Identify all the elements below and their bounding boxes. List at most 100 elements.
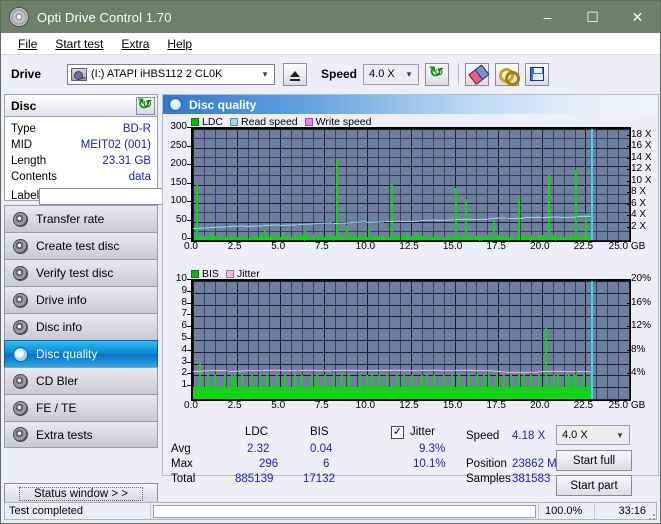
y-tick-label: 200 [163, 158, 187, 169]
data-bar-noise [270, 238, 271, 240]
y-tick-label: 1 [163, 379, 187, 390]
drive-label: Drive [11, 67, 65, 81]
content-title: Disc quality [189, 98, 256, 112]
data-bar-noise [498, 239, 499, 240]
data-bar [204, 387, 206, 399]
series-line-read-speed [559, 216, 576, 217]
data-bar-noise [368, 239, 369, 240]
data-bar-noise [278, 238, 279, 240]
sidebar-label-drive-info: Drive info [36, 293, 87, 307]
stats-col-jitter: Jitter [410, 426, 435, 438]
legend-entry-read-speed: Read speed [230, 116, 298, 128]
legend-entry-jitter: Jitter [226, 268, 260, 280]
series-line-read-speed [437, 219, 454, 221]
data-bar-noise [542, 235, 543, 240]
sidebar-label-verify-test-disc: Verify test disc [36, 266, 113, 280]
y2-tick-label: 16% [631, 297, 651, 308]
sidebar-item-drive-info[interactable]: Drive info [4, 286, 158, 313]
app-disc-icon [9, 7, 29, 27]
gridline-horizontal [193, 222, 629, 223]
maximize-button[interactable]: ☐ [570, 2, 615, 33]
y2-tick-mark [627, 135, 631, 136]
data-bar-noise [201, 236, 202, 240]
speed-select-toolbar[interactable]: 4.0 X ▾ [363, 64, 419, 85]
sidebar-item-disc-info[interactable]: Disc info [4, 313, 158, 340]
menu-label-file: File [18, 37, 37, 51]
sidebar-item-transfer-rate[interactable]: Transfer rate [4, 205, 158, 232]
data-bar-noise [326, 236, 327, 240]
data-bar-noise [441, 237, 442, 240]
disc-panel-header: Disc [4, 94, 158, 116]
disc-refresh-button[interactable] [136, 97, 155, 115]
start-full-button[interactable]: Start full [556, 450, 632, 471]
x-tick-label: 10.0 [341, 241, 389, 252]
y-tick-mark [187, 146, 191, 147]
save-button[interactable] [525, 63, 549, 86]
data-bar-noise [434, 236, 435, 240]
data-bar-noise [557, 238, 558, 240]
data-bar-noise [518, 235, 519, 240]
sidebar-item-create-test-disc[interactable]: Create test disc [4, 232, 158, 259]
start-part-button[interactable]: Start part [556, 475, 632, 496]
data-bar-noise [432, 238, 433, 240]
data-bar-noise [354, 235, 355, 240]
data-bar [535, 387, 537, 399]
data-bar-noise [419, 235, 420, 240]
data-bar-noise [583, 237, 584, 240]
save-icon [530, 67, 544, 81]
sidebar-item-extra-tests[interactable]: Extra tests [4, 421, 158, 448]
data-bar-noise [298, 236, 299, 241]
erase-button[interactable] [465, 63, 489, 86]
data-bar-noise [488, 235, 489, 240]
sidebar-item-fe-te[interactable]: FE / TE [4, 394, 158, 421]
series-line-read-speed [367, 221, 384, 223]
data-bar [196, 185, 198, 241]
menu-item-start-test[interactable]: Start test [46, 36, 112, 52]
close-button[interactable]: ✕ [615, 2, 660, 33]
data-bar-noise [495, 238, 496, 240]
data-bar [336, 159, 338, 240]
x-tick-label: 20.0 [516, 400, 564, 411]
gridline-vertical [629, 281, 630, 399]
legend-swatch-read-speed [230, 118, 238, 126]
tools-button[interactable] [495, 63, 519, 86]
data-bar-noise [379, 236, 380, 240]
test-speed-select[interactable]: 4.0 X ▾ [556, 425, 630, 445]
data-bar [431, 387, 433, 399]
menu-label-help: Help [167, 37, 192, 51]
sidebar-item-disc-quality[interactable]: Disc quality [4, 340, 158, 367]
title-bar: Opti Drive Control 1.70 – ☐ ✕ [1, 1, 660, 33]
y-tick-label: 2 [163, 367, 187, 378]
resize-grip[interactable] [648, 511, 658, 521]
menu-item-extra[interactable]: Extra [112, 36, 158, 52]
gridline-horizontal [193, 194, 629, 195]
refresh-icon [139, 99, 153, 113]
data-bar-noise [208, 235, 209, 240]
stats-col-ldc: LDC [245, 426, 268, 438]
y-tick-label: 100 [163, 195, 187, 206]
y2-tick-mark [627, 169, 631, 170]
stats-max-jitter: 10.1% [413, 458, 446, 470]
menu-item-help[interactable]: Help [158, 36, 201, 52]
drive-select[interactable]: (I:) ATAPI iHBS112 2 CL0K ▾ [67, 64, 275, 85]
series-line-read-speed [577, 216, 591, 217]
refresh-button[interactable] [425, 63, 449, 86]
gridline-horizontal [193, 157, 629, 158]
menu-item-file[interactable]: File [9, 36, 46, 52]
disc-key-mid: MID [11, 139, 77, 151]
y-tick-label: 250 [163, 140, 187, 151]
sidebar-item-cd-bler[interactable]: CD Bler [4, 367, 158, 394]
y-tick-label: 4 [163, 344, 187, 355]
series-line-read-speed [542, 217, 559, 219]
y2-tick-mark [627, 158, 631, 159]
y-tick-label: 6 [163, 320, 187, 331]
data-bar-noise [418, 236, 419, 240]
jitter-checkbox[interactable]: ✓ [391, 426, 404, 439]
y2-tick-mark [627, 326, 631, 327]
minimize-button[interactable]: – [525, 2, 570, 33]
data-bar-noise [364, 238, 365, 240]
data-bar-noise [521, 239, 522, 240]
eject-button[interactable] [283, 63, 307, 86]
sidebar-label-cd-bler: CD Bler [36, 374, 78, 388]
sidebar-item-verify-test-disc[interactable]: Verify test disc [4, 259, 158, 286]
